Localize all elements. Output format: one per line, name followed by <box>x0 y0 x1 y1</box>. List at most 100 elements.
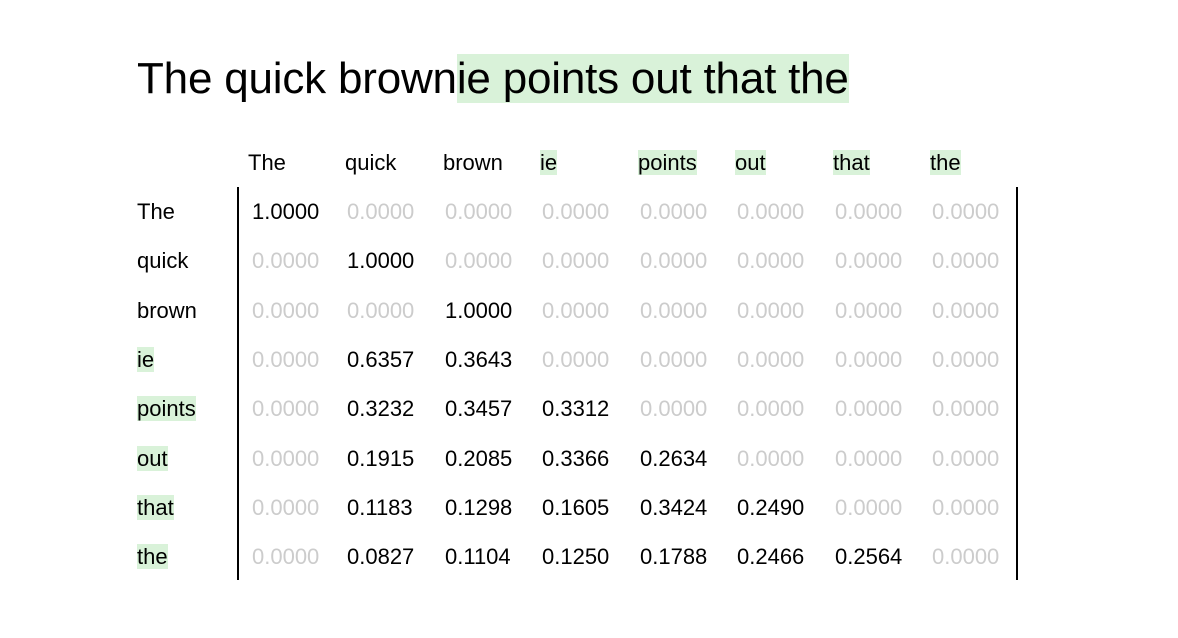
row-header: that <box>137 493 174 523</box>
matrix-cell: 0.6357 <box>347 347 415 372</box>
matrix-cell: 0.0000 <box>737 199 805 224</box>
matrix-cell: 0.0000 <box>835 446 903 471</box>
matrix-cell: 0.0000 <box>347 298 415 323</box>
column-header: out <box>735 148 766 178</box>
row-header: the <box>137 542 168 572</box>
matrix-cell: 0.0000 <box>542 248 610 273</box>
column-header-token: ie <box>540 150 558 175</box>
matrix-cell: 0.3232 <box>347 396 415 421</box>
column-header-token: brown <box>443 150 503 175</box>
sentence-title: The quick brownie points out that the <box>137 53 849 105</box>
row-header-token: ie <box>137 347 155 372</box>
matrix-cell: 0.1788 <box>640 544 708 569</box>
matrix-cell: 0.0000 <box>932 396 1000 421</box>
matrix-cell: 0.0000 <box>835 495 903 520</box>
matrix-cell: 0.0000 <box>932 199 1000 224</box>
matrix-cell: 0.0000 <box>835 248 903 273</box>
matrix-cell: 0.3643 <box>445 347 513 372</box>
matrix-cell: 0.1605 <box>542 495 610 520</box>
matrix-cell: 0.0000 <box>252 248 320 273</box>
matrix-cell: 0.0000 <box>252 544 320 569</box>
matrix-cell: 0.2564 <box>835 544 903 569</box>
matrix-cell: 0.0000 <box>835 199 903 224</box>
matrix-cell: 0.0000 <box>252 298 320 323</box>
matrix-cell: 0.2466 <box>737 544 805 569</box>
matrix-cell: 0.3424 <box>640 495 708 520</box>
matrix-cell: 1.0000 <box>347 248 415 273</box>
matrix-cell: 1.0000 <box>445 298 513 323</box>
matrix-cell: 0.2634 <box>640 446 708 471</box>
matrix-cell: 0.3366 <box>542 446 610 471</box>
matrix-cell: 0.0000 <box>932 446 1000 471</box>
matrix-cell: 0.1104 <box>445 544 511 569</box>
matrix-cell: 0.0000 <box>252 347 320 372</box>
row-header: The <box>137 197 175 227</box>
row-header: ie <box>137 345 155 375</box>
matrix-right-bracket <box>1016 187 1018 580</box>
matrix-cell: 0.0000 <box>737 446 805 471</box>
matrix-cell: 0.1298 <box>445 495 513 520</box>
matrix-cell: 0.1250 <box>542 544 610 569</box>
row-header: points <box>137 394 196 424</box>
row-header-token: points <box>137 396 196 421</box>
matrix-cell: 0.0000 <box>737 298 805 323</box>
matrix-cell: 0.0000 <box>640 396 708 421</box>
column-header-token: quick <box>345 150 397 175</box>
matrix-cell: 0.0000 <box>252 495 320 520</box>
matrix-cell: 0.3457 <box>445 396 513 421</box>
matrix-cell: 0.0000 <box>835 298 903 323</box>
matrix-cell: 0.0000 <box>737 347 805 372</box>
column-header: the <box>930 148 961 178</box>
matrix-cell: 0.0000 <box>932 544 1000 569</box>
row-header: brown <box>137 296 197 326</box>
matrix-cell: 0.0000 <box>640 199 708 224</box>
matrix-cell: 0.1183 <box>347 495 413 520</box>
matrix-cell: 0.0000 <box>932 347 1000 372</box>
row-header-token: brown <box>137 298 197 323</box>
column-header: brown <box>443 148 503 178</box>
matrix-cell: 0.0000 <box>835 396 903 421</box>
column-header-token: that <box>833 150 870 175</box>
row-header-token: The <box>137 199 175 224</box>
matrix-cell: 0.0000 <box>640 248 708 273</box>
row-header-token: quick <box>137 248 189 273</box>
title-prefix: The quick brown <box>137 54 457 103</box>
column-header-token: The <box>248 150 286 175</box>
matrix-cell: 0.0000 <box>640 347 708 372</box>
column-header-token: out <box>735 150 766 175</box>
column-header: points <box>638 148 697 178</box>
matrix-cell: 0.0000 <box>252 446 320 471</box>
matrix-cell: 0.0000 <box>835 347 903 372</box>
matrix-cell: 0.0827 <box>347 544 415 569</box>
matrix-cell: 0.2490 <box>737 495 805 520</box>
column-header: that <box>833 148 870 178</box>
column-header: ie <box>540 148 558 178</box>
column-header: quick <box>345 148 396 178</box>
matrix-cell: 0.3312 <box>542 396 610 421</box>
title-highlighted-span: ie points out that the <box>456 54 849 103</box>
matrix-cell: 0.0000 <box>737 248 805 273</box>
matrix-cell: 0.1915 <box>347 446 415 471</box>
matrix-cell: 0.0000 <box>542 347 610 372</box>
matrix-left-bracket <box>237 187 239 580</box>
row-header-token: that <box>137 495 174 520</box>
matrix-cell: 0.0000 <box>252 396 320 421</box>
column-header-token: the <box>930 150 961 175</box>
matrix-cell: 0.0000 <box>932 248 1000 273</box>
matrix-cell: 0.0000 <box>445 248 513 273</box>
column-header: The <box>248 148 286 178</box>
matrix-cell: 0.0000 <box>640 298 708 323</box>
matrix-cell: 0.0000 <box>542 298 610 323</box>
row-header: quick <box>137 246 188 276</box>
matrix-cell: 0.0000 <box>347 199 415 224</box>
matrix-cell: 0.0000 <box>445 199 513 224</box>
row-header: out <box>137 444 168 474</box>
row-header-token: the <box>137 544 168 569</box>
matrix-cell: 0.0000 <box>932 495 1000 520</box>
matrix-cell: 0.0000 <box>542 199 610 224</box>
matrix-cell: 0.2085 <box>445 446 513 471</box>
column-header-token: points <box>638 150 697 175</box>
row-header-token: out <box>137 446 168 471</box>
matrix-cell: 1.0000 <box>252 199 320 224</box>
matrix-cell: 0.0000 <box>737 396 805 421</box>
